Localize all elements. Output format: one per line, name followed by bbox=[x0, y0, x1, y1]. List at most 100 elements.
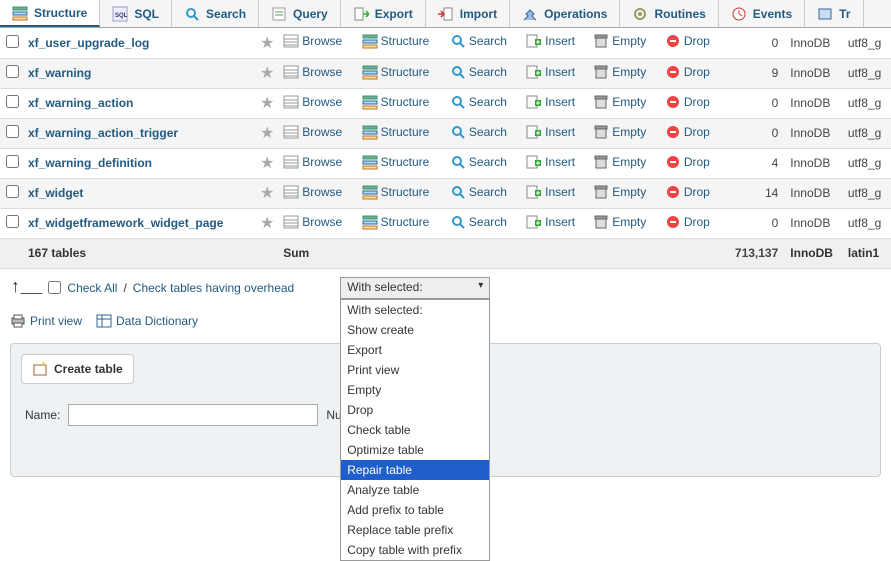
search-link[interactable]: Search bbox=[450, 94, 507, 110]
dropdown-option[interactable]: Optimize table bbox=[341, 440, 489, 460]
empty-link[interactable]: Empty bbox=[593, 154, 646, 170]
export-icon bbox=[353, 6, 369, 22]
dropdown-option[interactable]: Empty bbox=[341, 380, 489, 400]
table-row: xf_warning_action★ Browse Structure Sear… bbox=[0, 88, 891, 118]
row-checkbox[interactable] bbox=[6, 65, 19, 78]
drop-link[interactable]: Drop bbox=[665, 154, 710, 170]
search-link[interactable]: Search bbox=[450, 33, 507, 49]
empty-link[interactable]: Empty bbox=[593, 124, 646, 140]
browse-link[interactable]: Browse bbox=[283, 94, 342, 110]
structure-link[interactable]: Structure bbox=[362, 154, 430, 170]
browse-link[interactable]: Browse bbox=[283, 214, 342, 230]
search-link[interactable]: Search bbox=[450, 154, 507, 170]
browse-link[interactable]: Browse bbox=[283, 124, 342, 140]
table-name-link[interactable]: xf_user_upgrade_log bbox=[24, 28, 255, 58]
structure-link[interactable]: Structure bbox=[362, 64, 430, 80]
row-checkbox[interactable] bbox=[6, 125, 19, 138]
favorite-icon[interactable]: ★ bbox=[255, 118, 279, 148]
favorite-icon[interactable]: ★ bbox=[255, 28, 279, 58]
dropdown-button[interactable]: With selected: bbox=[340, 277, 490, 299]
search-link[interactable]: Search bbox=[450, 124, 507, 140]
dropdown-option[interactable]: Show create bbox=[341, 320, 489, 340]
drop-link[interactable]: Drop bbox=[665, 184, 710, 200]
dropdown-option[interactable]: Copy table with prefix bbox=[341, 540, 489, 560]
favorite-icon[interactable]: ★ bbox=[255, 208, 279, 238]
search-link[interactable]: Search bbox=[450, 64, 507, 80]
data-dictionary-link[interactable]: Data Dictionary bbox=[96, 313, 198, 329]
dropdown-option[interactable]: Print view bbox=[341, 360, 489, 380]
table-name-link[interactable]: xf_warning bbox=[24, 58, 255, 88]
insert-link[interactable]: Insert bbox=[526, 154, 575, 170]
dropdown-option[interactable]: Add prefix to table bbox=[341, 500, 489, 520]
structure-link[interactable]: Structure bbox=[362, 124, 430, 140]
sum-engine: InnoDB bbox=[786, 238, 844, 268]
structure-link[interactable]: Structure bbox=[362, 33, 430, 49]
drop-link[interactable]: Drop bbox=[665, 94, 710, 110]
checkall-link[interactable]: Check All bbox=[67, 281, 117, 295]
tab-query[interactable]: Query bbox=[259, 0, 341, 27]
table-name-link[interactable]: xf_widget bbox=[24, 178, 255, 208]
table-name-link[interactable]: xf_widgetframework_widget_page bbox=[24, 208, 255, 238]
insert-link[interactable]: Insert bbox=[526, 94, 575, 110]
structure-link[interactable]: Structure bbox=[362, 214, 430, 230]
tab-import[interactable]: Import bbox=[426, 0, 510, 27]
check-overhead-link[interactable]: Check tables having overhead bbox=[133, 281, 294, 295]
drop-link[interactable]: Drop bbox=[665, 64, 710, 80]
row-checkbox[interactable] bbox=[6, 95, 19, 108]
empty-link[interactable]: Empty bbox=[593, 33, 646, 49]
search-link[interactable]: Search bbox=[450, 214, 507, 230]
dropdown-option[interactable]: With selected: bbox=[341, 300, 489, 320]
dropdown-option[interactable]: Export bbox=[341, 340, 489, 360]
print-view-link[interactable]: Print view bbox=[10, 313, 82, 329]
table-name-input[interactable] bbox=[68, 404, 318, 426]
drop-link[interactable]: Drop bbox=[665, 124, 710, 140]
table-name-link[interactable]: xf_warning_action bbox=[24, 88, 255, 118]
row-checkbox[interactable] bbox=[6, 35, 19, 48]
favorite-icon[interactable]: ★ bbox=[255, 58, 279, 88]
insert-link[interactable]: Insert bbox=[526, 64, 575, 80]
checkall-checkbox[interactable] bbox=[48, 281, 61, 294]
dropdown-option[interactable]: Repair table bbox=[341, 460, 489, 480]
tab-triggers[interactable]: Tr bbox=[805, 0, 863, 27]
tab-structure[interactable]: Structure bbox=[0, 0, 100, 27]
table-name-link[interactable]: xf_warning_definition bbox=[24, 148, 255, 178]
dropdown-option[interactable]: Replace table prefix bbox=[341, 520, 489, 540]
drop-link[interactable]: Drop bbox=[665, 33, 710, 49]
empty-link[interactable]: Empty bbox=[593, 214, 646, 230]
browse-link[interactable]: Browse bbox=[283, 33, 342, 49]
tab-sql[interactable]: SQL SQL bbox=[100, 0, 172, 27]
table-name-link[interactable]: xf_warning_action_trigger bbox=[24, 118, 255, 148]
tab-label: Tr bbox=[839, 7, 850, 21]
tab-events[interactable]: Events bbox=[719, 0, 805, 27]
favorite-icon[interactable]: ★ bbox=[255, 178, 279, 208]
insert-link[interactable]: Insert bbox=[526, 33, 575, 49]
favorite-icon[interactable]: ★ bbox=[255, 148, 279, 178]
tab-export[interactable]: Export bbox=[341, 0, 426, 27]
drop-link[interactable]: Drop bbox=[665, 214, 710, 230]
dropdown-option[interactable]: Check table bbox=[341, 420, 489, 440]
with-selected-dropdown[interactable]: With selected: With selected:Show create… bbox=[340, 277, 490, 299]
favorite-icon[interactable]: ★ bbox=[255, 88, 279, 118]
empty-link[interactable]: Empty bbox=[593, 184, 646, 200]
insert-link[interactable]: Insert bbox=[526, 184, 575, 200]
structure-link[interactable]: Structure bbox=[362, 94, 430, 110]
tab-routines[interactable]: Routines bbox=[620, 0, 718, 27]
browse-link[interactable]: Browse bbox=[283, 154, 342, 170]
empty-link[interactable]: Empty bbox=[593, 64, 646, 80]
browse-link[interactable]: Browse bbox=[283, 184, 342, 200]
dropdown-option[interactable]: Analyze table bbox=[341, 480, 489, 500]
row-checkbox[interactable] bbox=[6, 185, 19, 198]
row-checkbox[interactable] bbox=[6, 155, 19, 168]
tab-search[interactable]: Search bbox=[172, 0, 259, 27]
structure-link[interactable]: Structure bbox=[362, 184, 430, 200]
search-link[interactable]: Search bbox=[450, 184, 507, 200]
insert-link[interactable]: Insert bbox=[526, 124, 575, 140]
row-checkbox[interactable] bbox=[6, 215, 19, 228]
insert-link[interactable]: Insert bbox=[526, 214, 575, 230]
empty-link[interactable]: Empty bbox=[593, 94, 646, 110]
browse-link[interactable]: Browse bbox=[283, 64, 342, 80]
dropdown-option[interactable]: Drop bbox=[341, 400, 489, 420]
engine: InnoDB bbox=[786, 178, 844, 208]
search-icon bbox=[184, 6, 200, 22]
tab-operations[interactable]: Operations bbox=[510, 0, 620, 27]
